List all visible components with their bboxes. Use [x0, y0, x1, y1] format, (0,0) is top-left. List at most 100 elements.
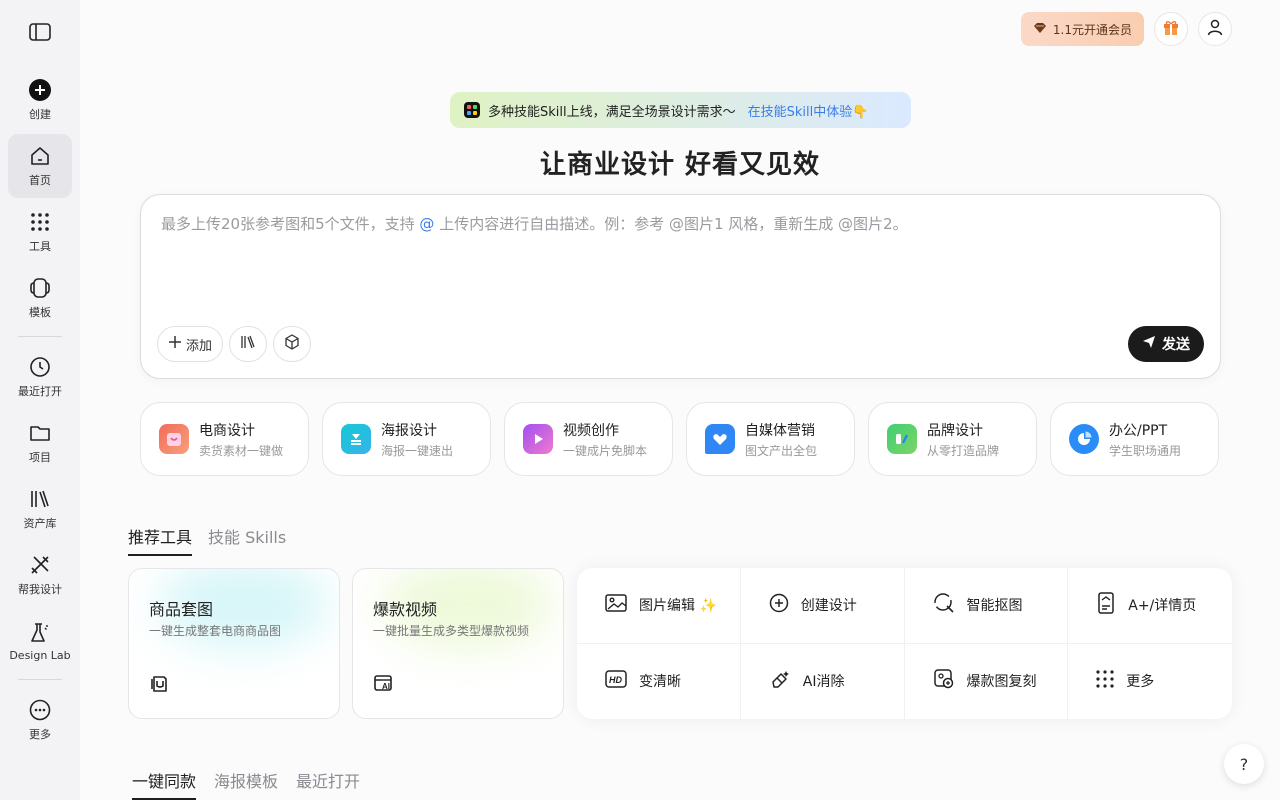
page-title: 让商业设计 好看又见效: [539, 150, 821, 180]
vip-button[interactable]: 1.1元开通会员: [1020, 12, 1144, 46]
tool-enhance[interactable]: HD 变清晰: [577, 643, 741, 719]
library-icon: [28, 487, 52, 511]
tool-label: 更多: [1126, 674, 1155, 691]
image-edit-icon: [605, 593, 627, 617]
sidebar-toggle-icon[interactable]: [28, 20, 52, 44]
category-subtitle: 从零打造品牌: [927, 443, 1000, 458]
template-icon: [28, 276, 52, 300]
main-content: 1.1元开通会员 多种技能Skill上线，满足全场景设计需求～ 在技能Skill…: [80, 0, 1280, 800]
category-title: 海报设计: [381, 422, 437, 439]
poster-icon: [341, 424, 371, 454]
ecommerce-icon: [159, 424, 189, 454]
vip-label: 1.1元开通会员: [1052, 22, 1132, 37]
sidebar-item-label: 首页: [29, 174, 51, 187]
sidebar-item-label: 资产库: [23, 517, 57, 530]
sidebar: 创建 首页 工具 模板 最近打开 项目 资产库 帮我设计 Design Lab …: [0, 0, 80, 800]
tool-grid: 图片编辑 ✨ 创建设计 智能抠图 A+/详情页 HD 变清晰 AI消除 爆款图复…: [577, 568, 1232, 719]
category-subtitle: 学生职场通用: [1109, 443, 1182, 458]
plus-square-icon: [769, 593, 789, 617]
composer-toolbar: 添加: [157, 326, 312, 362]
skill-banner: 多种技能Skill上线，满足全场景设计需求～ 在技能Skill中体验👇: [450, 92, 911, 128]
tool-replicate[interactable]: 爆款图复刻: [905, 643, 1069, 719]
tool-card-hot-video[interactable]: 爆款视频 一键批量生成多类型爆款视频 AI: [352, 568, 564, 719]
tool-more[interactable]: 更多: [1068, 644, 1232, 720]
category-brand[interactable]: 品牌设计 从零打造品牌: [868, 402, 1037, 476]
detail-page-icon: [1096, 592, 1116, 618]
diamond-icon: [1033, 22, 1047, 37]
tool-smart-cutout[interactable]: 智能抠图: [904, 568, 1069, 644]
cutout-icon: [933, 592, 955, 618]
tool-image-edit[interactable]: 图片编辑 ✨: [577, 568, 741, 644]
skill-logo-icon: [464, 102, 480, 118]
tool-card-product-set[interactable]: 商品套图 一键生成整套电商商品图: [128, 568, 340, 719]
brand-icon: [887, 424, 917, 454]
folder-icon: [28, 421, 52, 445]
sidebar-item-label: 更多: [29, 728, 51, 741]
category-subtitle: 海报一键速出: [381, 443, 454, 458]
add-label: 添加: [186, 338, 213, 354]
sidebar-item-tools[interactable]: 工具: [8, 200, 72, 264]
eraser-icon: [769, 668, 791, 694]
3d-model-button[interactable]: [273, 326, 312, 362]
plus-circle-icon: [28, 78, 52, 102]
prompt-placeholder: 最多上传20张参考图和5个文件，支持 @ 上传内容进行自由描述。例：参考 @图片…: [161, 215, 908, 233]
category-ecommerce[interactable]: 电商设计 卖货素材一键做: [140, 402, 309, 476]
tool-ai-eraser[interactable]: AI消除: [741, 643, 905, 719]
plus-icon: [168, 335, 182, 353]
sidebar-item-label: 模板: [29, 306, 51, 319]
send-button[interactable]: 发送: [1128, 326, 1204, 362]
clock-icon: [28, 355, 52, 379]
sidebar-item-recent[interactable]: 最近打开: [8, 345, 72, 409]
sidebar-item-design-lab[interactable]: Design Lab: [8, 609, 72, 673]
sidebar-item-more[interactable]: 更多: [8, 688, 72, 752]
design-tools-icon: [28, 553, 52, 577]
card-subtitle: 一键批量生成多类型爆款视频: [373, 624, 530, 638]
category-title: 办公/PPT: [1109, 422, 1168, 439]
banner-link[interactable]: 在技能Skill中体验👇: [748, 101, 869, 120]
ai-video-icon: AI: [373, 672, 395, 694]
sidebar-item-create[interactable]: 创建: [8, 68, 72, 132]
tab-skills[interactable]: 技能 Skills: [208, 524, 286, 556]
category-office-ppt[interactable]: 办公/PPT 学生职场通用: [1050, 402, 1219, 476]
category-video[interactable]: 视频创作一键成片免脚本: [504, 402, 673, 476]
svg-text:AI: AI: [382, 682, 390, 691]
social-heart-icon: [705, 424, 735, 454]
sidebar-item-help-design[interactable]: 帮我设计: [8, 543, 72, 607]
send-label: 发送: [1162, 337, 1190, 353]
tab-one-click-same[interactable]: 一键同款: [132, 768, 197, 800]
more-dots-icon: [1096, 670, 1114, 692]
video-icon: [523, 424, 553, 454]
category-poster[interactable]: 海报设计海报一键速出: [322, 402, 491, 476]
replicate-icon: [933, 668, 955, 694]
asset-library-button[interactable]: [229, 326, 268, 362]
sidebar-item-assets[interactable]: 资产库: [8, 477, 72, 541]
sidebar-item-label: 最近打开: [18, 385, 62, 398]
prompt-composer[interactable]: 最多上传20张参考图和5个文件，支持 @ 上传内容进行自由描述。例：参考 @图片…: [140, 194, 1221, 379]
category-title: 视频创作: [563, 422, 619, 439]
tool-detail-page[interactable]: A+/详情页: [1068, 568, 1232, 644]
sidebar-item-projects[interactable]: 项目: [8, 411, 72, 475]
sidebar-item-label: 帮我设计: [18, 583, 62, 596]
tab-recently-opened[interactable]: 最近打开: [296, 768, 360, 800]
help-button[interactable]: ?: [1224, 744, 1264, 784]
sidebar-item-home[interactable]: 首页: [8, 134, 72, 198]
tab-poster-templates[interactable]: 海报模板: [214, 768, 278, 800]
sidebar-item-label: Design Lab: [9, 648, 71, 662]
tool-label: 智能抠图: [966, 598, 1023, 615]
tool-label: AI消除: [802, 674, 845, 691]
gift-button[interactable]: [1154, 12, 1188, 46]
category-subtitle: 一键成片免脚本: [563, 443, 648, 458]
svg-text:HD: HD: [609, 675, 622, 685]
add-button[interactable]: 添加: [157, 326, 224, 362]
category-social-media[interactable]: 自媒体营销 图文产出全包: [686, 402, 855, 476]
tab-recommended-tools[interactable]: 推荐工具: [128, 524, 193, 556]
more-icon: [28, 698, 52, 722]
flask-icon: [28, 621, 52, 645]
user-button[interactable]: [1198, 12, 1232, 46]
tool-create-design[interactable]: 创建设计: [740, 568, 905, 644]
tool-label: 创建设计: [800, 598, 857, 615]
cube-icon: [284, 334, 300, 354]
category-title: 自媒体营销: [745, 422, 815, 439]
sidebar-item-templates[interactable]: 模板: [8, 266, 72, 330]
banner-text: 多种技能Skill上线，满足全场景设计需求～: [488, 104, 736, 120]
